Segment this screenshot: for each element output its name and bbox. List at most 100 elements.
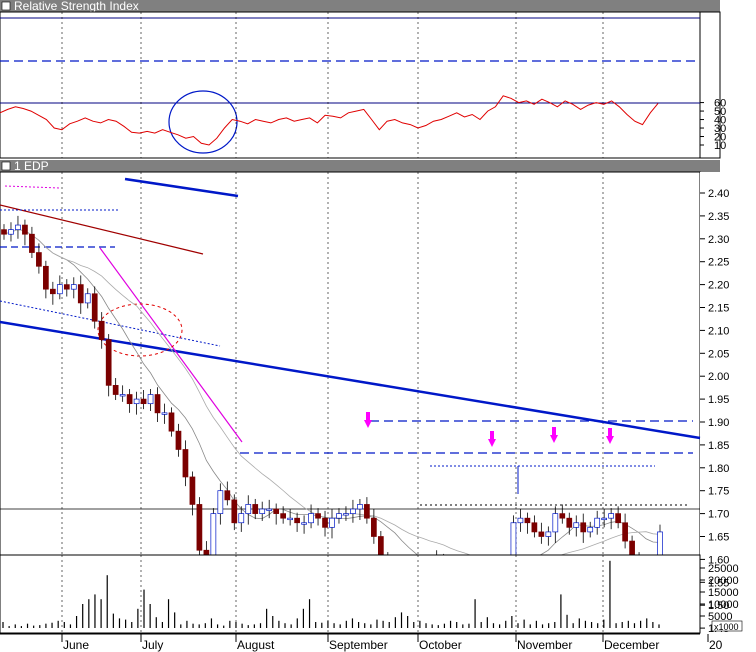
candle-body — [8, 229, 14, 235]
price-tick-label: 1.80 — [708, 463, 729, 475]
price-tick-label: 2.35 — [708, 211, 729, 223]
candle-body — [161, 412, 168, 415]
panel-icon — [1, 1, 11, 11]
price-tick-label: 2.15 — [708, 303, 729, 315]
rsi-title: Relative Strength Index — [14, 0, 139, 13]
volume-panel: 250002000015000100005000 x1000 — [0, 554, 743, 634]
candle-body — [224, 490, 231, 501]
volume-unit-label: x1000 — [714, 622, 739, 632]
price-tick-label: 2.20 — [708, 280, 729, 292]
candle-body — [63, 284, 70, 290]
candle-body — [329, 517, 335, 528]
candle-body — [22, 224, 28, 235]
volume-plot-area[interactable] — [0, 554, 701, 634]
candle-body — [524, 517, 531, 524]
candle-body — [280, 513, 286, 519]
candle-body — [84, 293, 91, 304]
volume-tick-label: 10000 — [708, 599, 739, 611]
candle-body — [91, 293, 98, 322]
candle-body — [273, 508, 280, 514]
candle-body — [315, 513, 321, 519]
price-tick-label: 1.95 — [708, 394, 729, 406]
candle-body — [1, 229, 7, 235]
candle-body — [140, 398, 147, 405]
price-tick-label: 2.25 — [708, 257, 729, 269]
candle-body — [70, 284, 77, 290]
price-title: 1 EDP — [14, 159, 49, 173]
x-month-label: November — [517, 638, 572, 652]
candle-body — [231, 499, 238, 524]
candle-body — [538, 531, 545, 537]
candle-body — [77, 284, 84, 304]
candle-body — [98, 320, 105, 340]
x-month-label: September — [329, 638, 388, 652]
candle-body — [196, 504, 203, 551]
x-month-label: June — [63, 638, 89, 652]
price-tick-label: 2.40 — [708, 188, 729, 200]
rsi-tick-label: 10 — [714, 140, 726, 152]
candle-body — [322, 517, 328, 528]
candle-body — [364, 504, 370, 519]
candle-body — [343, 513, 349, 516]
x-month-label: October — [419, 638, 462, 652]
candle-body — [29, 233, 35, 253]
candle-body — [266, 508, 273, 511]
candle-body — [154, 394, 161, 414]
candle-body — [287, 517, 293, 521]
price-plot-area[interactable] — [0, 171, 701, 556]
candle-body — [147, 394, 154, 405]
candle-body — [552, 513, 559, 533]
candle-body — [294, 517, 300, 524]
price-tick-label: 2.30 — [708, 234, 729, 246]
candle-body — [566, 517, 573, 528]
price-tick-label: 1.70 — [708, 509, 729, 521]
candle-body — [126, 394, 133, 405]
chart-svg: Relative Strength Index 605040302010 1 E… — [0, 0, 756, 652]
volume-tick-label: 25000 — [708, 563, 739, 575]
price-tick-label: 1.90 — [708, 417, 729, 429]
candle-body — [308, 513, 314, 524]
candle-body — [56, 284, 63, 295]
price-title-bar — [0, 160, 720, 172]
candle-body — [301, 522, 307, 525]
volume-tick-label: 20000 — [708, 575, 739, 587]
candle-body — [189, 476, 196, 505]
candle-body — [245, 504, 252, 514]
candle-body — [50, 288, 56, 295]
price-tick-label: 2.05 — [708, 348, 729, 360]
candle-body — [580, 522, 587, 533]
candle-body — [105, 339, 112, 386]
rsi-panel: Relative Strength Index 605040302010 — [0, 0, 726, 159]
price-tick-label: 2.00 — [708, 371, 729, 383]
candle-body — [587, 526, 594, 533]
candle-body — [43, 265, 49, 290]
candle-body — [238, 513, 245, 524]
panel-icon — [1, 161, 11, 171]
x-month-label: 20 — [709, 638, 723, 652]
candle-body — [252, 504, 259, 514]
candle-body — [622, 522, 628, 542]
candle-body — [357, 504, 363, 510]
price-tick-label: 1.75 — [708, 486, 729, 498]
candle-body — [559, 513, 566, 519]
rsi-plot-area[interactable] — [0, 11, 701, 159]
x-month-label: August — [237, 638, 275, 652]
candle-body — [133, 398, 140, 405]
candle-body — [336, 513, 342, 519]
x-month-label: December — [604, 638, 659, 652]
candle-body — [531, 522, 538, 533]
candle-body — [182, 449, 189, 478]
candle-body — [259, 508, 266, 514]
candle-body — [119, 394, 126, 397]
candle-body — [371, 517, 377, 537]
candle-body — [350, 508, 356, 514]
candle-body — [601, 517, 608, 521]
price-tick-label: 1.85 — [708, 440, 729, 452]
x-axis: June July August September October November De… — [0, 633, 723, 652]
chart-window: Relative Strength Index 60 50 40 30 20 10 1 E… — [0, 0, 756, 652]
candle-body — [175, 430, 182, 450]
candle-body — [112, 385, 119, 395]
candle-body — [168, 412, 175, 432]
candle-body — [573, 522, 580, 528]
candle-body — [615, 513, 621, 524]
